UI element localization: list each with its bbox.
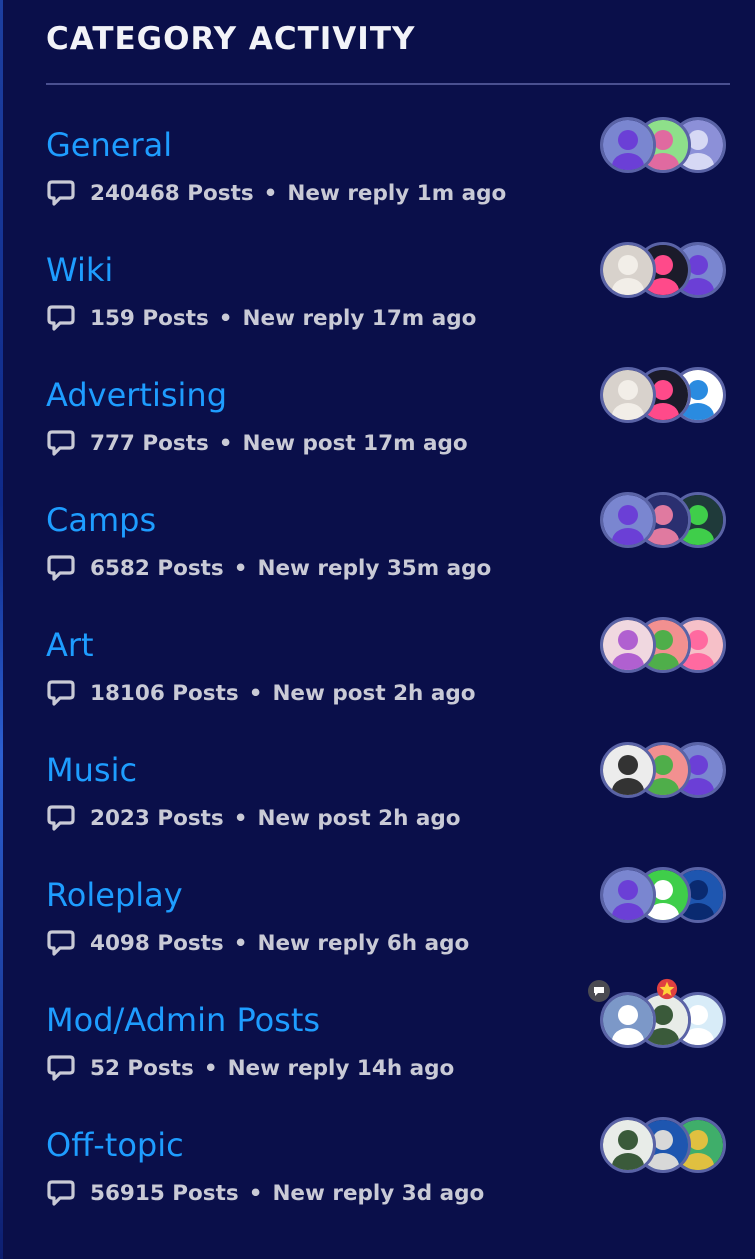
category-link[interactable]: Off-topic (46, 1127, 184, 1163)
avatar[interactable] (600, 617, 656, 673)
post-count: 240468 Posts (90, 180, 254, 206)
category-meta: 240468 Posts • New reply 1m ago (46, 177, 506, 209)
category-link[interactable]: Art (46, 627, 94, 663)
separator-dot: • (233, 805, 248, 831)
module-heading: CATEGORY ACTIVITY (46, 21, 416, 57)
page-edge (0, 0, 3, 1259)
latest-activity: New post 2h ago (272, 680, 476, 706)
category-row: Mod/Admin Posts 52 Posts • New reply 14h… (46, 978, 730, 1127)
avatar[interactable] (600, 992, 656, 1048)
heading-divider (46, 83, 730, 85)
post-count: 52 Posts (90, 1055, 194, 1081)
category-meta: 18106 Posts • New post 2h ago (46, 677, 476, 709)
post-count: 18106 Posts (90, 680, 239, 706)
category-row: Advertising 777 Posts • New post 17m ago (46, 367, 730, 502)
recent-contributors (600, 367, 728, 423)
comment-icon (47, 805, 75, 831)
category-row: Off-topic 56915 Posts • New reply 3d ago (46, 1117, 730, 1252)
separator-dot: • (233, 555, 248, 581)
separator-dot: • (248, 1180, 263, 1206)
comment-icon (47, 680, 75, 706)
latest-activity: New post 2h ago (257, 805, 461, 831)
comment-icon (47, 430, 75, 456)
category-row: General 240468 Posts • New reply 1m ago (46, 117, 730, 252)
separator-dot: • (263, 180, 278, 206)
latest-activity: New reply 3d ago (272, 1180, 485, 1206)
category-list: General 240468 Posts • New reply 1m ago … (46, 117, 730, 1252)
post-count: 777 Posts (90, 430, 209, 456)
category-meta: 56915 Posts • New reply 3d ago (46, 1177, 484, 1209)
post-count: 2023 Posts (90, 805, 224, 831)
latest-activity: New reply 1m ago (287, 180, 507, 206)
comment-icon (47, 555, 75, 581)
avatar[interactable] (600, 367, 656, 423)
comment-icon (47, 180, 75, 206)
latest-activity: New reply 17m ago (242, 305, 477, 331)
category-meta: 52 Posts • New reply 14h ago (46, 1052, 454, 1084)
category-row: Camps 6582 Posts • New reply 35m ago (46, 492, 730, 627)
latest-activity: New reply 35m ago (257, 555, 492, 581)
recent-contributors (600, 242, 728, 298)
separator-dot: • (248, 680, 263, 706)
post-count: 159 Posts (90, 305, 209, 331)
avatar[interactable] (600, 242, 656, 298)
recent-contributors (600, 492, 728, 548)
avatar[interactable] (600, 867, 656, 923)
avatar[interactable] (600, 492, 656, 548)
avatar[interactable] (600, 742, 656, 798)
category-activity-module: CATEGORY ACTIVITY General 240468 Posts •… (46, 0, 730, 1252)
category-link[interactable]: Wiki (46, 252, 113, 288)
category-link[interactable]: Roleplay (46, 877, 183, 913)
category-meta: 4098 Posts • New reply 6h ago (46, 927, 469, 959)
avatar[interactable] (600, 117, 656, 173)
separator-dot: • (218, 430, 233, 456)
category-row: Wiki 159 Posts • New reply 17m ago (46, 242, 730, 377)
separator-dot: • (203, 1055, 218, 1081)
recent-contributors (600, 617, 728, 673)
comment-icon (47, 305, 75, 331)
post-count: 56915 Posts (90, 1180, 239, 1206)
category-meta: 159 Posts • New reply 17m ago (46, 302, 476, 334)
post-count: 4098 Posts (90, 930, 224, 956)
separator-dot: • (218, 305, 233, 331)
avatar[interactable] (600, 1117, 656, 1173)
category-row: Music 2023 Posts • New post 2h ago (46, 742, 730, 877)
category-link[interactable]: Music (46, 752, 137, 788)
category-meta: 777 Posts • New post 17m ago (46, 427, 468, 459)
category-meta: 6582 Posts • New reply 35m ago (46, 552, 491, 584)
category-link[interactable]: Mod/Admin Posts (46, 1002, 320, 1038)
recent-contributors (600, 1117, 728, 1173)
recent-contributors (600, 742, 728, 798)
moderator-badge-icon (588, 980, 610, 1002)
comment-icon (47, 1180, 75, 1206)
latest-activity: New reply 14h ago (227, 1055, 455, 1081)
recent-contributors (588, 978, 728, 1048)
category-link[interactable]: Camps (46, 502, 156, 538)
separator-dot: • (233, 930, 248, 956)
latest-activity: New post 17m ago (242, 430, 468, 456)
category-link[interactable]: General (46, 127, 172, 163)
comment-icon (47, 1055, 75, 1081)
category-row: Art 18106 Posts • New post 2h ago (46, 617, 730, 752)
admin-star-icon (656, 978, 678, 1000)
category-meta: 2023 Posts • New post 2h ago (46, 802, 461, 834)
category-row: Roleplay 4098 Posts • New reply 6h ago (46, 867, 730, 1002)
recent-contributors (600, 117, 728, 173)
category-link[interactable]: Advertising (46, 377, 227, 413)
latest-activity: New reply 6h ago (257, 930, 470, 956)
post-count: 6582 Posts (90, 555, 224, 581)
recent-contributors (600, 867, 728, 923)
comment-icon (47, 930, 75, 956)
